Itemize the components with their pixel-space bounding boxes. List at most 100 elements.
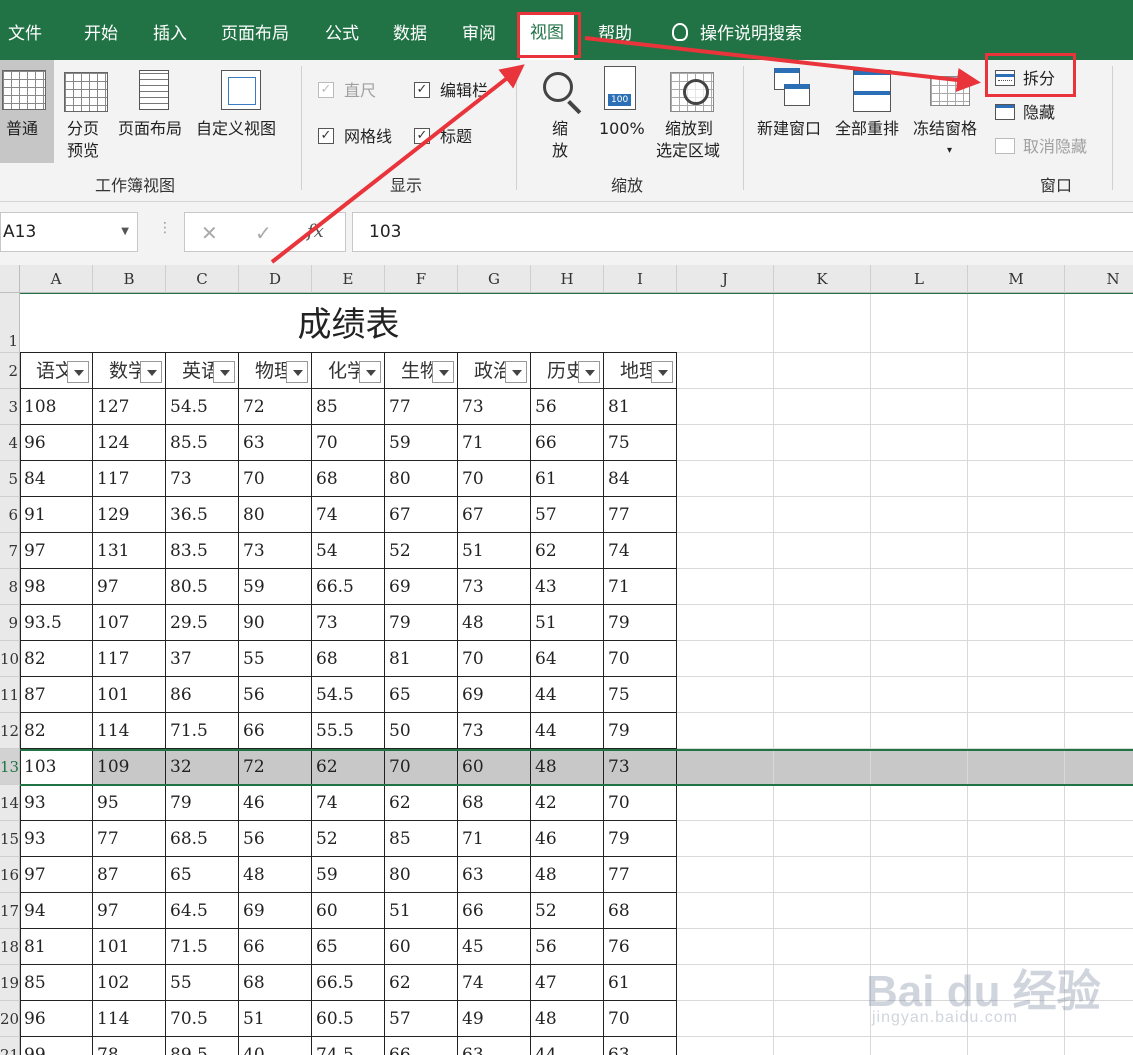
row-header[interactable]: 12: [0, 713, 20, 749]
table-cell[interactable]: 66: [385, 1037, 458, 1055]
table-cell[interactable]: 56: [239, 677, 312, 713]
table-cell[interactable]: 93: [20, 785, 93, 821]
column-header[interactable]: N: [1065, 265, 1133, 293]
table-cell[interactable]: 51: [531, 605, 604, 641]
table-cell[interactable]: 82: [20, 641, 93, 677]
table-cell[interactable]: 56: [531, 929, 604, 965]
table-cell[interactable]: 70: [604, 785, 677, 821]
row-header[interactable]: 8: [0, 569, 20, 605]
headings-checkbox[interactable]: ✓ 标题: [414, 126, 472, 148]
table-cell[interactable]: 59: [312, 857, 385, 893]
table-cell[interactable]: 37: [166, 641, 239, 677]
ruler-checkbox[interactable]: ✓ 直尺: [318, 80, 376, 102]
table-cell[interactable]: 78: [93, 1037, 166, 1055]
table-cell[interactable]: 74: [312, 785, 385, 821]
column-header[interactable]: A: [20, 265, 93, 293]
table-cell[interactable]: 64.5: [166, 893, 239, 929]
column-header[interactable]: F: [385, 265, 458, 293]
table-cell[interactable]: 107: [93, 605, 166, 641]
table-cell[interactable]: 86: [166, 677, 239, 713]
table-cell[interactable]: 89.5: [166, 1037, 239, 1055]
table-cell[interactable]: 109: [93, 749, 166, 785]
table-cell[interactable]: 87: [93, 857, 166, 893]
table-cell[interactable]: 66: [239, 713, 312, 749]
table-cell[interactable]: 66.5: [312, 965, 385, 1001]
table-cell[interactable]: 69: [239, 893, 312, 929]
row-header[interactable]: 21: [0, 1037, 20, 1055]
table-cell[interactable]: 55: [166, 965, 239, 1001]
tab-page-layout[interactable]: 页面布局: [221, 20, 289, 48]
filter-dropdown-icon[interactable]: [432, 361, 454, 383]
table-cell[interactable]: 97: [20, 857, 93, 893]
column-header[interactable]: L: [871, 265, 968, 293]
tab-home[interactable]: 开始: [84, 20, 118, 48]
table-cell[interactable]: 91: [20, 497, 93, 533]
table-cell[interactable]: 46: [239, 785, 312, 821]
table-cell[interactable]: 71: [458, 821, 531, 857]
table-cell[interactable]: 63: [604, 1037, 677, 1055]
table-cell[interactable]: 62: [312, 749, 385, 785]
header-cell[interactable]: 生物: [385, 353, 432, 389]
column-header[interactable]: D: [239, 265, 312, 293]
normal-view-button[interactable]: 普通: [0, 60, 54, 163]
header-cell[interactable]: 历史: [531, 353, 578, 389]
row-header[interactable]: 19: [0, 965, 20, 1001]
table-cell[interactable]: 65: [312, 929, 385, 965]
table-cell[interactable]: 97: [20, 533, 93, 569]
table-cell[interactable]: 97: [93, 893, 166, 929]
table-cell[interactable]: 69: [385, 569, 458, 605]
table-cell[interactable]: 99: [20, 1037, 93, 1055]
header-cell[interactable]: 地理: [604, 353, 651, 389]
row-header[interactable]: 18: [0, 929, 20, 965]
table-cell[interactable]: 62: [385, 965, 458, 1001]
table-cell[interactable]: 117: [93, 461, 166, 497]
filter-dropdown-icon[interactable]: [651, 361, 673, 383]
row-header[interactable]: 20: [0, 1001, 20, 1037]
filter-dropdown-icon[interactable]: [286, 361, 308, 383]
table-cell[interactable]: 67: [385, 497, 458, 533]
row-header[interactable]: 15: [0, 821, 20, 857]
table-cell[interactable]: 50: [385, 713, 458, 749]
table-cell[interactable]: 93: [20, 821, 93, 857]
row-header[interactable]: 10: [0, 641, 20, 677]
column-header[interactable]: B: [93, 265, 166, 293]
more-options-icon[interactable]: ⋮: [158, 220, 172, 236]
table-cell[interactable]: 48: [239, 857, 312, 893]
table-cell[interactable]: 45: [458, 929, 531, 965]
table-cell[interactable]: 101: [93, 929, 166, 965]
worksheet-grid[interactable]: 成绩表 A B C D E F G H I J K L M N 1 2 3 4 5 6 7 8 9 10 11 12 13 14 15 1…: [0, 265, 1133, 1055]
table-cell[interactable]: 52: [312, 821, 385, 857]
filter-dropdown-icon[interactable]: [359, 361, 381, 383]
table-cell[interactable]: 70: [312, 425, 385, 461]
table-cell[interactable]: 85: [20, 965, 93, 1001]
table-cell[interactable]: 124: [93, 425, 166, 461]
table-cell[interactable]: 40: [239, 1037, 312, 1055]
table-cell[interactable]: 84: [20, 461, 93, 497]
table-cell[interactable]: 114: [93, 1001, 166, 1037]
table-cell[interactable]: 98: [20, 569, 93, 605]
table-cell[interactable]: 68: [458, 785, 531, 821]
header-cell[interactable]: 化学: [312, 353, 359, 389]
table-cell[interactable]: 114: [93, 713, 166, 749]
filter-dropdown-icon[interactable]: [213, 361, 235, 383]
table-cell[interactable]: 79: [604, 821, 677, 857]
table-cell[interactable]: 75: [604, 425, 677, 461]
table-cell[interactable]: 84: [604, 461, 677, 497]
table-cell[interactable]: 67: [458, 497, 531, 533]
gridlines-checkbox[interactable]: ✓ 网格线: [318, 126, 392, 148]
table-cell[interactable]: 47: [531, 965, 604, 1001]
table-cell[interactable]: 95: [93, 785, 166, 821]
table-cell[interactable]: 66: [531, 425, 604, 461]
table-cell[interactable]: 102: [93, 965, 166, 1001]
name-box[interactable]: A13 ▼: [0, 212, 138, 252]
table-cell[interactable]: 56: [239, 821, 312, 857]
table-cell[interactable]: 48: [531, 1001, 604, 1037]
header-cell[interactable]: 政治: [458, 353, 505, 389]
table-cell[interactable]: 71.5: [166, 713, 239, 749]
row-header[interactable]: 6: [0, 497, 20, 533]
table-cell[interactable]: 77: [604, 497, 677, 533]
table-cell[interactable]: 83.5: [166, 533, 239, 569]
column-header[interactable]: C: [166, 265, 239, 293]
table-cell[interactable]: 117: [93, 641, 166, 677]
table-cell[interactable]: 79: [385, 605, 458, 641]
